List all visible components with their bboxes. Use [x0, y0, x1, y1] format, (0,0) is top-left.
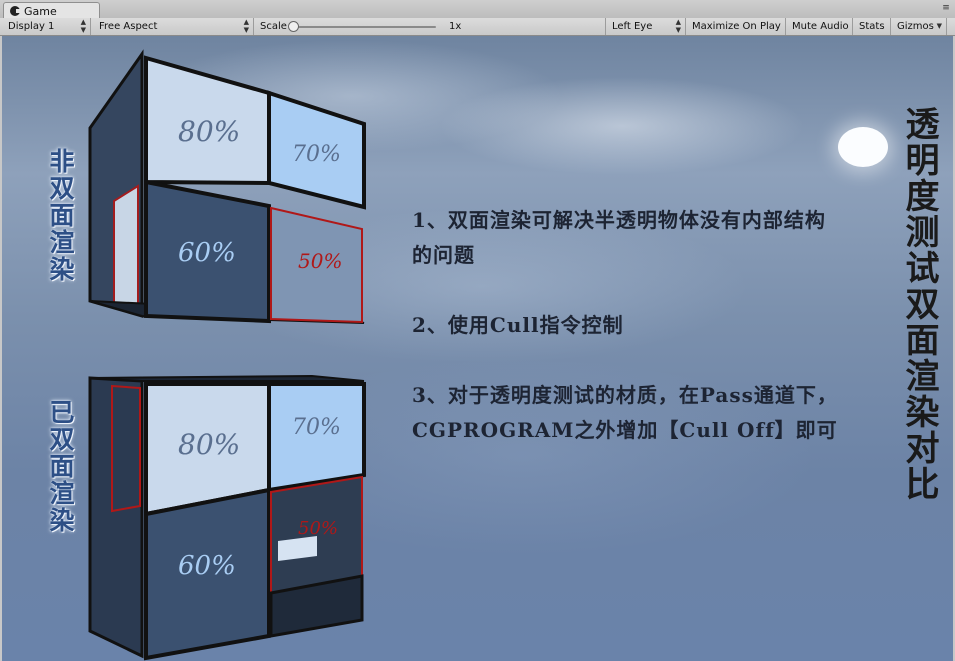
note-2: 2、使用Cull指令控制 — [412, 313, 624, 337]
scale-slider-track[interactable] — [294, 26, 436, 28]
display-label: Display 1 — [8, 21, 55, 32]
scale-slider-thumb[interactable] — [288, 21, 299, 32]
gizmos-label: Gizmos — [897, 21, 934, 32]
label-non-double-sided: 非双面渲染 — [46, 148, 75, 283]
mute-audio-label: Mute Audio — [792, 21, 849, 32]
label-double-sided: 已双面渲染 — [46, 399, 75, 534]
bottom-face-50-label: 50% — [298, 518, 338, 539]
gizmos-dropdown[interactable]: Gizmos ▼ — [891, 18, 947, 35]
notes-block: 1、双面渲染可解决半透明物体没有内部结构的问题 2、使用Cull指令控制 3、对… — [412, 203, 842, 483]
scale-label: Scale — [260, 21, 287, 32]
game-toolbar: Display 1 ▲ ▼ Free Aspect ▲ ▼ Scale 1x Lef… — [0, 18, 955, 36]
dropdown-arrow-icon: ▲ ▼ — [675, 18, 681, 34]
display-dropdown[interactable]: Display 1 ▲ ▼ — [2, 18, 91, 35]
bottom-cube-top-face — [89, 374, 365, 382]
aspect-label: Free Aspect — [99, 21, 158, 32]
stats-toggle[interactable]: Stats — [853, 18, 891, 35]
dropdown-arrow-icon: ▲ ▼ — [80, 18, 86, 34]
bottom-face-70-label: 70% — [292, 415, 341, 440]
bottom-face-80-label: 80% — [178, 428, 240, 461]
stats-label: Stats — [859, 21, 885, 32]
note-3: 3、对于透明度测试的材质，在Pass通道下， CGPROGRAM之外增加【Cul… — [412, 383, 838, 442]
game-viewport[interactable]: 80% 70% 60% 50% 80% 70% 60% 50% 非双面渲染 已双… — [2, 36, 953, 661]
maximize-on-play-toggle[interactable]: Maximize On Play — [686, 18, 786, 35]
dropdown-arrow-icon: ▼ — [936, 22, 942, 30]
mute-audio-toggle[interactable]: Mute Audio — [786, 18, 853, 35]
bottom-cube-left-window — [111, 384, 141, 513]
game-tab-label: Game — [24, 4, 57, 18]
maximize-on-play-label: Maximize On Play — [692, 21, 781, 32]
scale-control: Scale 1x — [254, 18, 606, 35]
eye-dropdown[interactable]: Left Eye ▲ ▼ — [606, 18, 686, 35]
scene-title: 透明度测试双面渲染对比 — [899, 106, 939, 502]
game-controller-icon — [10, 6, 21, 16]
tab-bar: Game ≡ — [0, 0, 955, 19]
dropdown-arrow-icon: ▲ ▼ — [243, 18, 249, 34]
aspect-dropdown[interactable]: Free Aspect ▲ ▼ — [93, 18, 254, 35]
note-1: 1、双面渲染可解决半透明物体没有内部结构的问题 — [412, 208, 826, 267]
bottom-face-60-label: 60% — [178, 551, 236, 581]
scale-value: 1x — [449, 21, 462, 32]
tab-menu-icon[interactable]: ≡ — [941, 4, 951, 13]
game-tab[interactable]: Game — [3, 2, 100, 19]
eye-label: Left Eye — [612, 21, 653, 32]
